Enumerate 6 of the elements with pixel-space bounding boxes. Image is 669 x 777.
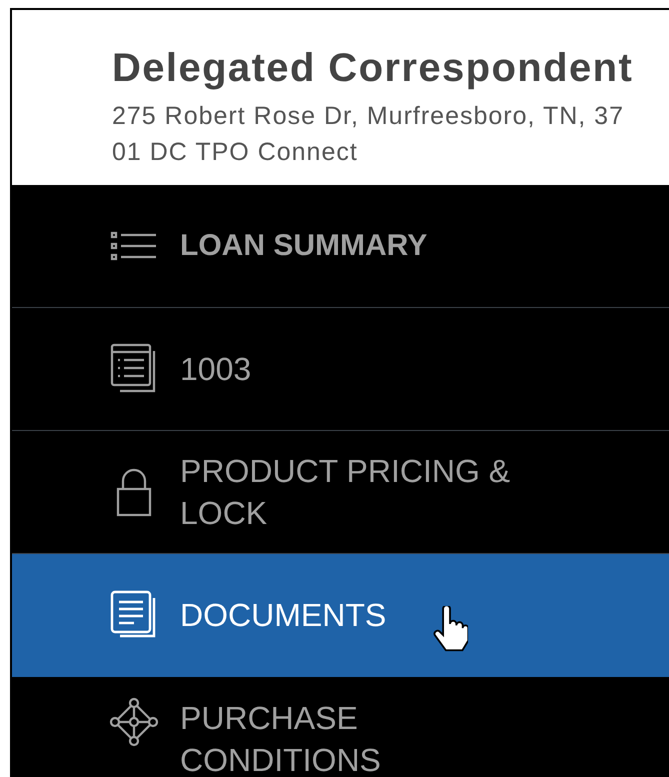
network-icon (108, 697, 160, 747)
company-title: Delegated Correspondent (112, 46, 634, 90)
nav-item[interactable]: DOCUMENTS (12, 554, 669, 677)
channel-name: 01 DC TPO Connect (112, 137, 359, 168)
hand-cursor-icon (432, 606, 468, 653)
company-address: 275 Robert Rose Dr, Murfreesboro, TN, 37 (112, 101, 625, 132)
